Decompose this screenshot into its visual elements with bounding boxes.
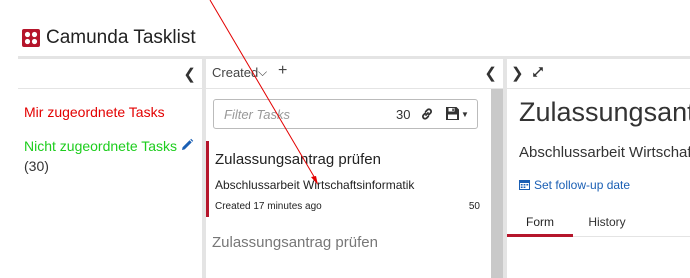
task-name: Zulassungsantrag prüfen <box>215 151 381 168</box>
chevron-right-icon[interactable]: ❯ <box>511 64 524 82</box>
task-detail-tabs: Form History <box>507 207 690 237</box>
filter-unassigned-tasks[interactable]: Nicht zugeordnete Tasks <box>24 138 177 154</box>
task-detail-title: Zulassungsantrag prüfen <box>519 97 690 127</box>
unassigned-count: (30) <box>24 158 49 174</box>
filters-column: ❮ Mir zugeordnete Tasks Nicht zugeordnet… <box>18 59 202 278</box>
add-sorting-button[interactable]: + <box>278 62 287 80</box>
filter-tasks-input[interactable] <box>224 107 374 122</box>
caret-down-icon[interactable]: ▼ <box>461 110 469 119</box>
task-filter-box: 30 ▼ <box>213 99 478 129</box>
pencil-icon[interactable] <box>180 138 194 152</box>
calendar-icon[interactable] <box>519 179 530 190</box>
task-count: 30 <box>396 107 411 122</box>
chevron-left-icon[interactable]: ❮ <box>484 64 497 82</box>
app-header: Camunda Tasklist <box>0 0 690 56</box>
camunda-logo-icon <box>22 29 40 47</box>
task-list-scrollbar[interactable] <box>491 89 503 278</box>
task-card[interactable]: Zulassungsantrag prüfen <box>209 234 491 278</box>
chevron-left-icon[interactable]: ❮ <box>183 65 196 83</box>
task-card-selected[interactable]: Zulassungsantrag prüfen Abschlussarbeit … <box>206 141 491 217</box>
app-title: Camunda Tasklist <box>46 27 196 48</box>
tab-form[interactable]: Form <box>507 207 573 237</box>
chevron-down-icon[interactable]: ⌵ <box>258 65 267 80</box>
filters-toolbar: ❮ <box>18 59 202 89</box>
sort-dropdown[interactable]: Created <box>212 65 258 80</box>
task-list-toolbar: Created ⌵ + ❮ <box>206 59 503 89</box>
task-created-time: Created 17 minutes ago <box>215 201 322 212</box>
filter-my-tasks[interactable]: Mir zugeordnete Tasks <box>24 104 165 120</box>
task-detail-column: ❯ Zulassungsantrag prüfen Abschlussarbei… <box>507 59 690 278</box>
task-name: Zulassungsantrag prüfen <box>212 234 378 251</box>
set-follow-up-date-link[interactable]: Set follow-up date <box>534 178 630 192</box>
task-process-name: Abschlussarbeit Wirtschaftsinformatik <box>215 178 415 192</box>
task-list-column: Created ⌵ + ❮ 30 ▼ Zulassungsantrag prüf… <box>206 59 503 278</box>
save-icon[interactable] <box>446 107 459 120</box>
task-detail-toolbar: ❯ <box>507 59 690 89</box>
maximize-icon[interactable] <box>531 65 545 79</box>
tab-history[interactable]: History <box>577 207 637 237</box>
task-priority: 50 <box>468 201 480 212</box>
task-detail-process: Abschlussarbeit Wirtschaftsinformatik <box>519 144 690 161</box>
link-icon[interactable] <box>420 107 434 121</box>
